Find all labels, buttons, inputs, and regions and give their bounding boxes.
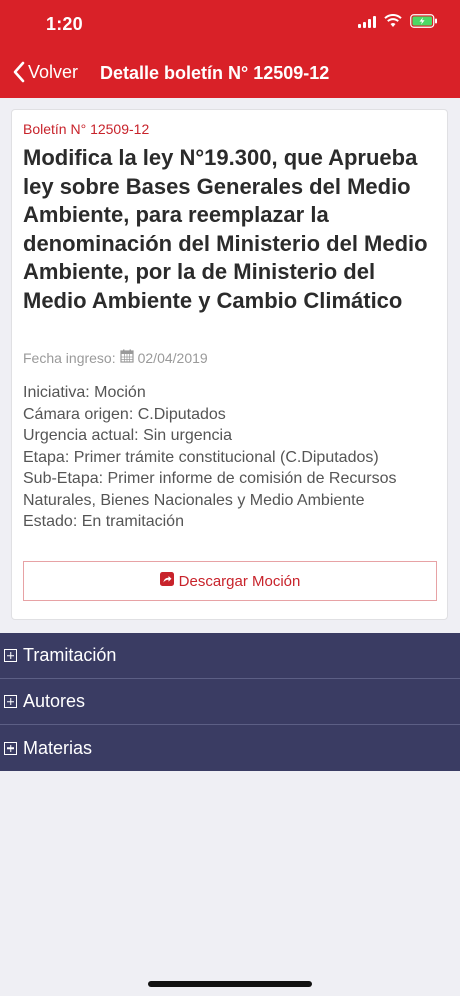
- expand-icon: [4, 741, 17, 755]
- bill-detail-card: Boletín N° 12509-12 Modifica la ley N°19…: [11, 109, 448, 620]
- section-label: Autores: [23, 691, 86, 711]
- back-label: Volver: [28, 61, 79, 82]
- bill-title: Modifica la ley N°19.300, que Aprueba le…: [23, 145, 428, 313]
- entry-date: Fecha ingreso: 02/04/2019: [23, 349, 208, 366]
- camara-origen: Cámara origen: C.Diputados: [23, 405, 226, 423]
- etapa: Etapa: Primer trámite constitucional (C.…: [23, 448, 379, 466]
- bill-number: Boletín N° 12509-12: [23, 121, 150, 137]
- sub-etapa: Sub-Etapa: Primer informe de comisión de…: [23, 470, 397, 509]
- bill-details: Iniciativa: Moción Cámara origen: C.Dipu…: [23, 382, 443, 533]
- share-icon: [159, 572, 174, 590]
- section-materias[interactable]: Materias: [0, 725, 460, 771]
- navigation-bar: Volver Detalle boletín N° 12509-12: [0, 55, 460, 95]
- chevron-left-icon: [12, 61, 26, 83]
- estado: Estado: En tramitación: [23, 513, 184, 530]
- fecha-label: Fecha ingreso:: [23, 349, 116, 366]
- wifi-icon: [384, 14, 402, 28]
- fecha-value: 02/04/2019: [137, 349, 208, 366]
- sections-accordion: Tramitación Autores Materias: [0, 633, 460, 771]
- back-button[interactable]: Volver: [12, 61, 78, 83]
- page-title: Detalle boletín N° 12509-12: [100, 63, 330, 83]
- signal-icon: [358, 14, 376, 28]
- section-label: Tramitación: [23, 645, 117, 665]
- download-button[interactable]: Descargar Moción: [23, 561, 437, 601]
- header-bar: 1:20 Volver Detalle boletín N° 12509-12: [0, 0, 460, 98]
- battery-icon: [410, 14, 438, 28]
- status-icons: [358, 14, 438, 28]
- urgencia-actual: Urgencia actual: Sin urgencia: [23, 427, 233, 444]
- section-autores[interactable]: Autores: [0, 679, 460, 725]
- expand-icon: [4, 649, 17, 662]
- section-label: Materias: [23, 737, 93, 758]
- home-indicator: [148, 981, 312, 987]
- status-time: 1:20: [46, 14, 83, 34]
- calendar-icon: [120, 349, 134, 366]
- iniciativa: Iniciativa: Moción: [23, 384, 146, 401]
- download-label: Descargar Moción: [178, 572, 301, 590]
- section-tramitacion[interactable]: Tramitación: [0, 633, 460, 679]
- expand-icon: [4, 695, 17, 708]
